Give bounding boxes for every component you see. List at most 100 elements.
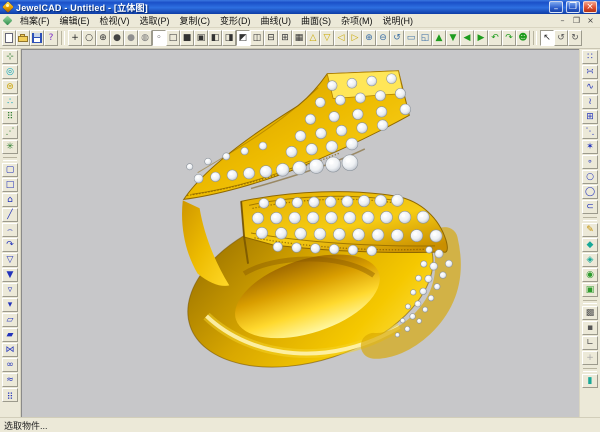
large-circle-tool[interactable]: ◯ <box>582 185 598 199</box>
ellipse-stack-tool[interactable]: ⊜ <box>2 80 18 94</box>
pan-view-down-button[interactable]: ▼ <box>446 30 460 46</box>
split-two-vertical-button[interactable]: ◫ <box>250 30 264 46</box>
copy-object-button[interactable]: ▩ <box>582 306 598 320</box>
small-triangle-tool[interactable]: ▿ <box>2 283 18 297</box>
gem-set-tool[interactable]: ◈ <box>582 253 598 267</box>
zoom-previous-button[interactable]: ↺ <box>390 30 404 46</box>
points-small-button[interactable]: ◦ <box>152 30 166 46</box>
material-tool[interactable]: ▮ <box>582 374 598 388</box>
circle-tool[interactable]: ○ <box>582 170 598 184</box>
shaded-view-button[interactable]: ■ <box>180 30 194 46</box>
restore-button[interactable]: ❐ <box>566 1 580 13</box>
parallelogram-tool[interactable]: ▱ <box>2 313 18 327</box>
points-cross-button[interactable]: ⊕ <box>96 30 110 46</box>
menu-copy[interactable]: 复制(C) <box>175 14 216 27</box>
menu-help[interactable]: 说明(H) <box>378 14 419 27</box>
half-shade-right-button[interactable]: ◨ <box>222 30 236 46</box>
rotate-view-right-button[interactable]: ▷ <box>348 30 362 46</box>
small-circle-tool[interactable]: ∘ <box>582 155 598 169</box>
grid-points-tool[interactable]: ⊞ <box>582 110 598 124</box>
comb-tool[interactable]: ⣶ <box>2 388 18 402</box>
grid-view-button[interactable]: ▦ <box>292 30 306 46</box>
zoom-out-button[interactable]: ⊖ <box>376 30 390 46</box>
pencil-tool[interactable]: ✎ <box>582 223 598 237</box>
line-tool[interactable]: ╱ <box>2 208 18 222</box>
arc-tool[interactable]: ⌢ <box>2 223 18 237</box>
curve-arrow-tool[interactable]: ↷ <box>2 238 18 252</box>
viewport-3d[interactable] <box>21 49 579 417</box>
snap-tool-button[interactable]: + <box>68 30 82 46</box>
gem-cluster-tool[interactable]: ✳ <box>2 140 18 154</box>
open-file-button[interactable] <box>16 30 30 46</box>
arch-tool[interactable]: ⌂ <box>2 193 18 207</box>
zoom-window-button[interactable]: ▭ <box>404 30 418 46</box>
rotate-view-up-button[interactable]: △ <box>306 30 320 46</box>
triangle-filled-tool[interactable]: ▼ <box>2 268 18 282</box>
arc-c-tool[interactable]: ⊂ <box>582 200 598 214</box>
bead-line-tool[interactable]: ⋰ <box>2 125 18 139</box>
redo-button[interactable]: ↻ <box>568 30 582 46</box>
wave-tool[interactable]: ≈ <box>2 373 18 387</box>
help-button[interactable]: ? <box>44 30 58 46</box>
orbit-right-button[interactable]: ↷ <box>502 30 516 46</box>
render-view-button[interactable]: ☻ <box>516 30 530 46</box>
menu-misc[interactable]: 杂项(M) <box>336 14 378 27</box>
child-close-button[interactable]: × <box>585 16 596 26</box>
pan-view-right-button[interactable]: ▶ <box>474 30 488 46</box>
surface-tool[interactable]: ▣ <box>582 283 598 297</box>
split-two-horizontal-button[interactable]: ⊟ <box>264 30 278 46</box>
undo-button[interactable]: ↺ <box>554 30 568 46</box>
gem-tool[interactable]: ◆ <box>582 238 598 252</box>
bead-grid-tool[interactable]: ⠿ <box>2 110 18 124</box>
add-disabled-button[interactable]: + <box>582 351 598 365</box>
zoom-in-button[interactable]: ⊕ <box>362 30 376 46</box>
hidden-line-view-button[interactable]: ▣ <box>194 30 208 46</box>
points-solid-button[interactable]: ● <box>110 30 124 46</box>
menu-view[interactable]: 检视(V) <box>95 14 135 27</box>
dot-button[interactable]: ▪ <box>582 321 598 335</box>
rotate-view-down-button[interactable]: ▽ <box>320 30 334 46</box>
child-minimize-button[interactable]: – <box>557 16 568 26</box>
child-restore-button[interactable]: ❐ <box>571 16 582 26</box>
rect-tool[interactable]: □ <box>2 178 18 192</box>
rotate-view-left-button[interactable]: ◁ <box>334 30 348 46</box>
pan-view-left-button[interactable]: ◀ <box>460 30 474 46</box>
pan-view-up-button[interactable]: ▲ <box>432 30 446 46</box>
infinity-tool[interactable]: ∞ <box>2 358 18 372</box>
orbit-left-button[interactable]: ↶ <box>488 30 502 46</box>
save-file-button[interactable] <box>30 30 44 46</box>
wireframe-view-button[interactable]: □ <box>166 30 180 46</box>
line-points-tool[interactable]: ⋱ <box>582 125 598 139</box>
bead-tool[interactable]: ∴ <box>2 95 18 109</box>
select-tool-button[interactable]: ↖ <box>540 30 554 46</box>
pointer-points-tool[interactable]: ⊹ <box>2 50 18 64</box>
small-triangle-filled-tool[interactable]: ▾ <box>2 298 18 312</box>
star-points-tool[interactable]: ✶ <box>582 140 598 154</box>
points-shaded-button[interactable]: ◍ <box>138 30 152 46</box>
menu-curve[interactable]: 曲线(U) <box>256 14 297 27</box>
rounded-rect-tool[interactable]: ▢ <box>2 163 18 177</box>
menu-edit[interactable]: 编辑(E) <box>55 14 95 27</box>
zigzag-tool[interactable]: ≀ <box>582 95 598 109</box>
triangle-tool[interactable]: ▽ <box>2 253 18 267</box>
close-button[interactable]: × <box>583 1 597 13</box>
curve-fit-tool[interactable]: ∿ <box>582 80 598 94</box>
menu-transform[interactable]: 变形(D) <box>215 14 256 27</box>
minimize-button[interactable]: – <box>549 1 563 13</box>
solid-tool[interactable]: ◉ <box>582 268 598 282</box>
menu-file[interactable]: 档案(F) <box>15 14 55 27</box>
points-gray-button[interactable]: ● <box>124 30 138 46</box>
point-marker-tool[interactable]: ∷ <box>582 50 598 64</box>
point-cross-tool[interactable]: ∺ <box>582 65 598 79</box>
points-off-button[interactable]: ○ <box>82 30 96 46</box>
split-four-button[interactable]: ⊞ <box>278 30 292 46</box>
menu-surface[interactable]: 曲面(S) <box>296 14 336 27</box>
new-file-button[interactable] <box>2 30 16 46</box>
twin-circles-tool[interactable]: ◎ <box>2 65 18 79</box>
menu-select[interactable]: 选取(P) <box>135 14 175 27</box>
bowtie-tool[interactable]: ⋈ <box>2 343 18 357</box>
outline-view-button[interactable]: ◩ <box>236 30 250 46</box>
parallelogram-filled-tool[interactable]: ▰ <box>2 328 18 342</box>
half-shade-left-button[interactable]: ◧ <box>208 30 222 46</box>
corner-button[interactable]: ∟ <box>582 336 598 350</box>
